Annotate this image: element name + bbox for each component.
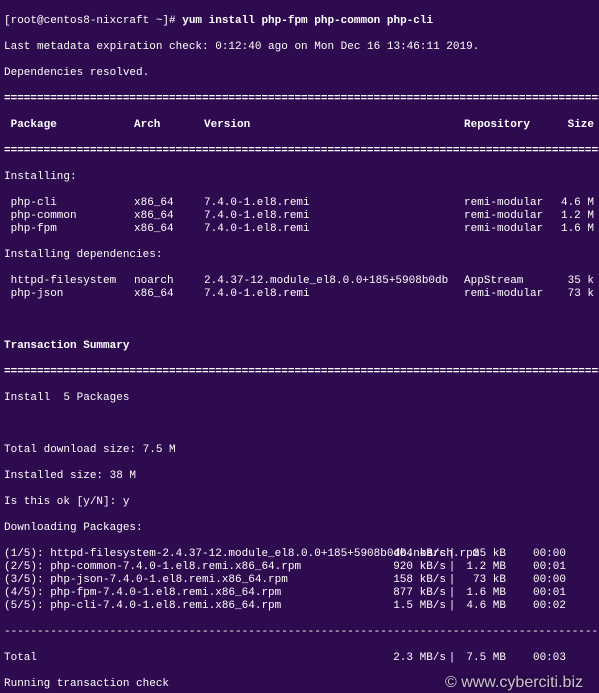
- deps-resolved: Dependencies resolved.: [4, 67, 595, 80]
- table-header: PackageArchVersionRepositorySize: [4, 119, 595, 132]
- separator: ========================================…: [4, 366, 595, 379]
- trans-check-run: Running transaction check: [4, 678, 595, 691]
- separator: ========================================…: [4, 93, 595, 106]
- downloading-header: Downloading Packages:: [4, 522, 595, 535]
- install-count: Install 5 Packages: [4, 392, 595, 405]
- confirm-line: Is this ok [y/N]: y: [4, 496, 595, 509]
- package-row: php-jsonx86_647.4.0-1.el8.remiremi-modul…: [4, 288, 595, 301]
- download-row: (2/5): php-common-7.4.0-1.el8.remi.x86_6…: [4, 561, 595, 574]
- installed-size: Installed size: 38 M: [4, 470, 595, 483]
- package-row: php-commonx86_647.4.0-1.el8.remiremi-mod…: [4, 210, 595, 223]
- package-row: httpd-filesystemnoarch2.4.37-12.module_e…: [4, 275, 595, 288]
- total-download-size: Total download size: 7.5 M: [4, 444, 595, 457]
- separator: ========================================…: [4, 145, 595, 158]
- dash-separator: ----------------------------------------…: [4, 626, 595, 639]
- meta-line: Last metadata expiration check: 0:12:40 …: [4, 41, 595, 54]
- transaction-summary: Transaction Summary: [4, 340, 595, 353]
- download-row: (1/5): httpd-filesystem-2.4.37-12.module…: [4, 548, 595, 561]
- command: yum install php-fpm php-common php-cli: [182, 15, 433, 27]
- download-row: (5/5): php-cli-7.4.0-1.el8.remi.x86_64.r…: [4, 600, 595, 613]
- download-total: Total2.3 MB/s|7.5 MB00:03: [4, 652, 595, 665]
- package-row: php-fpmx86_647.4.0-1.el8.remiremi-modula…: [4, 223, 595, 236]
- download-row: (3/5): php-json-7.4.0-1.el8.remi.x86_64.…: [4, 574, 595, 587]
- download-row: (4/5): php-fpm-7.4.0-1.el8.remi.x86_64.r…: [4, 587, 595, 600]
- prompt-line: [root@centos8-nixcraft ~]# yum install p…: [4, 15, 595, 28]
- terminal-output[interactable]: [root@centos8-nixcraft ~]# yum install p…: [0, 0, 599, 693]
- section-deps: Installing dependencies:: [4, 249, 595, 262]
- section-installing: Installing:: [4, 171, 595, 184]
- package-row: php-clix86_647.4.0-1.el8.remiremi-modula…: [4, 197, 595, 210]
